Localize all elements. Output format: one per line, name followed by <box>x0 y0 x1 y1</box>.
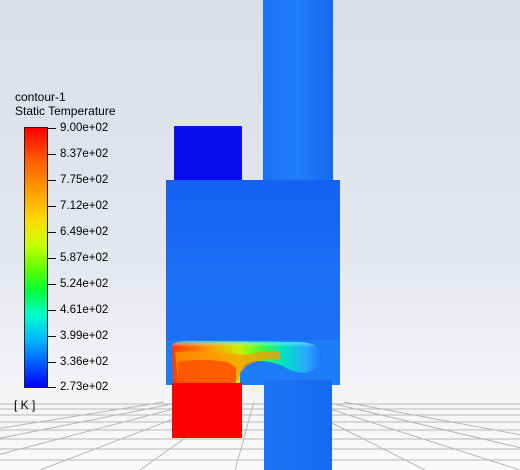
colorbar-tick <box>48 206 56 207</box>
colorbar-label: 3.99e+02 <box>60 330 109 342</box>
colorbar-tick <box>48 154 56 155</box>
colorbar-tick <box>48 310 56 311</box>
colorbar <box>24 127 48 388</box>
colorbar-label: 9.00e+02 <box>60 122 109 134</box>
colorbar-tick <box>48 362 56 363</box>
unit-label: [ K ] <box>14 398 36 412</box>
colorbar-label: 7.75e+02 <box>60 174 109 186</box>
colorbar-tick <box>48 232 56 233</box>
colorbar-label: 7.12e+02 <box>60 200 109 212</box>
lower-stack <box>264 380 332 470</box>
colorbar-label: 3.36e+02 <box>60 356 109 368</box>
colorbar-tick <box>48 180 56 181</box>
colorbar-label: 4.61e+02 <box>60 304 109 316</box>
hot-burner-box <box>172 383 242 438</box>
colorbar-tick <box>48 336 56 337</box>
floor-grid <box>0 401 520 470</box>
cold-inlet-box <box>174 126 242 181</box>
colorbar-label: 2.73e+02 <box>60 381 109 393</box>
legend-variable: Static Temperature <box>15 104 116 118</box>
colorbar-tick <box>48 258 56 259</box>
colorbar-label: 8.37e+02 <box>60 148 109 160</box>
upper-stack <box>263 0 333 182</box>
colorbar-label: 5.24e+02 <box>60 278 109 290</box>
colorbar-tick <box>48 128 56 129</box>
colorbar-tick <box>48 387 56 388</box>
contour-name: contour-1 <box>15 90 66 104</box>
colorbar-label: 6.49e+02 <box>60 226 109 238</box>
colorbar-label: 5.87e+02 <box>60 252 109 264</box>
colorbar-tick <box>48 284 56 285</box>
